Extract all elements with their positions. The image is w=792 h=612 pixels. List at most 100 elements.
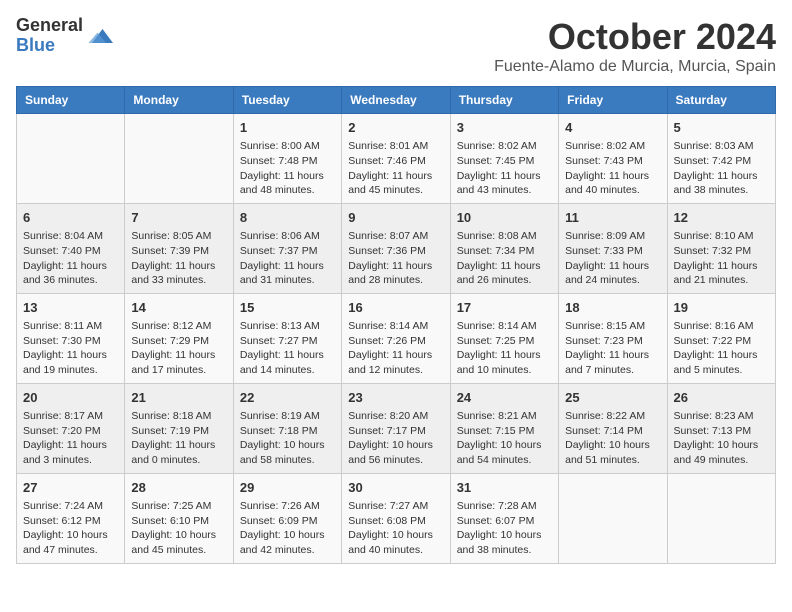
day-info: Sunrise: 8:18 AM Sunset: 7:19 PM Dayligh…: [131, 409, 226, 468]
calendar-cell: 29 Sunrise: 7:26 AM Sunset: 6:09 PM Dayli…: [233, 473, 341, 563]
calendar-cell: 16 Sunrise: 8:14 AM Sunset: 7:26 PM Dayli…: [342, 293, 450, 383]
calendar-cell: 9 Sunrise: 8:07 AM Sunset: 7:36 PM Daylig…: [342, 203, 450, 293]
day-number: 8: [240, 209, 335, 227]
weekday-header-monday: Monday: [125, 87, 233, 114]
day-info: Sunrise: 8:13 AM Sunset: 7:27 PM Dayligh…: [240, 319, 335, 378]
day-number: 10: [457, 209, 552, 227]
calendar-cell: 23 Sunrise: 8:20 AM Sunset: 7:17 PM Dayli…: [342, 383, 450, 473]
day-number: 6: [23, 209, 118, 227]
day-info: Sunrise: 8:05 AM Sunset: 7:39 PM Dayligh…: [131, 229, 226, 288]
calendar-cell: 21 Sunrise: 8:18 AM Sunset: 7:19 PM Dayli…: [125, 383, 233, 473]
day-info: Sunrise: 8:02 AM Sunset: 7:43 PM Dayligh…: [565, 139, 660, 198]
day-info: Sunrise: 8:20 AM Sunset: 7:17 PM Dayligh…: [348, 409, 443, 468]
calendar-cell: 20 Sunrise: 8:17 AM Sunset: 7:20 PM Dayli…: [17, 383, 125, 473]
calendar-cell: 14Sunrise: 8:12 AM Sunset: 7:29 PM Dayli…: [125, 293, 233, 383]
day-info: Sunrise: 7:26 AM Sunset: 6:09 PM Dayligh…: [240, 499, 335, 558]
weekday-header-sunday: Sunday: [17, 87, 125, 114]
day-number: 31: [457, 479, 552, 497]
day-info: Sunrise: 8:03 AM Sunset: 7:42 PM Dayligh…: [674, 139, 769, 198]
calendar-cell: 19 Sunrise: 8:16 AM Sunset: 7:22 PM Dayli…: [667, 293, 775, 383]
calendar-cell: [17, 114, 125, 204]
calendar-cell: 1 Sunrise: 8:00 AM Sunset: 7:48 PM Daylig…: [233, 114, 341, 204]
calendar-cell: 27 Sunrise: 7:24 AM Sunset: 6:12 PM Dayli…: [17, 473, 125, 563]
weekday-header-saturday: Saturday: [667, 87, 775, 114]
day-number: 9: [348, 209, 443, 227]
day-info: Sunrise: 8:21 AM Sunset: 7:15 PM Dayligh…: [457, 409, 552, 468]
day-info: Sunrise: 8:15 AM Sunset: 7:23 PM Dayligh…: [565, 319, 660, 378]
page-header: General Blue October 2024 Fuente-Alamo d…: [16, 16, 776, 76]
day-number: 18: [565, 299, 660, 317]
calendar-cell: 6 Sunrise: 8:04 AM Sunset: 7:40 PM Daylig…: [17, 203, 125, 293]
day-info: Sunrise: 7:28 AM Sunset: 6:07 PM Dayligh…: [457, 499, 552, 558]
day-info: Sunrise: 8:14 AM Sunset: 7:26 PM Dayligh…: [348, 319, 443, 378]
day-info: Sunrise: 8:10 AM Sunset: 7:32 PM Dayligh…: [674, 229, 769, 288]
calendar-cell: 25 Sunrise: 8:22 AM Sunset: 7:14 PM Dayli…: [559, 383, 667, 473]
day-info: Sunrise: 8:02 AM Sunset: 7:45 PM Dayligh…: [457, 139, 552, 198]
calendar-cell: 17 Sunrise: 8:14 AM Sunset: 7:25 PM Dayli…: [450, 293, 558, 383]
calendar-cell: 11Sunrise: 8:09 AM Sunset: 7:33 PM Dayli…: [559, 203, 667, 293]
calendar-cell: [559, 473, 667, 563]
calendar-cell: 10 Sunrise: 8:08 AM Sunset: 7:34 PM Dayli…: [450, 203, 558, 293]
day-info: Sunrise: 8:22 AM Sunset: 7:14 PM Dayligh…: [565, 409, 660, 468]
day-info: Sunrise: 7:24 AM Sunset: 6:12 PM Dayligh…: [23, 499, 118, 558]
calendar-cell: 15Sunrise: 8:13 AM Sunset: 7:27 PM Dayli…: [233, 293, 341, 383]
calendar-cell: 7 Sunrise: 8:05 AM Sunset: 7:39 PM Daylig…: [125, 203, 233, 293]
day-number: 16: [348, 299, 443, 317]
day-info: Sunrise: 8:14 AM Sunset: 7:25 PM Dayligh…: [457, 319, 552, 378]
calendar-cell: 2 Sunrise: 8:01 AM Sunset: 7:46 PM Daylig…: [342, 114, 450, 204]
day-info: Sunrise: 8:00 AM Sunset: 7:48 PM Dayligh…: [240, 139, 335, 198]
day-number: 20: [23, 389, 118, 407]
calendar-cell: 8 Sunrise: 8:06 AM Sunset: 7:37 PM Daylig…: [233, 203, 341, 293]
logo-general: General: [16, 16, 83, 36]
day-number: 2: [348, 119, 443, 137]
day-number: 29: [240, 479, 335, 497]
weekday-header-thursday: Thursday: [450, 87, 558, 114]
calendar-cell: 24Sunrise: 8:21 AM Sunset: 7:15 PM Dayli…: [450, 383, 558, 473]
calendar-cell: 28 Sunrise: 7:25 AM Sunset: 6:10 PM Dayli…: [125, 473, 233, 563]
day-info: Sunrise: 8:17 AM Sunset: 7:20 PM Dayligh…: [23, 409, 118, 468]
month-title: October 2024: [494, 16, 776, 58]
day-number: 13: [23, 299, 118, 317]
calendar-table: SundayMondayTuesdayWednesdayThursdayFrid…: [16, 86, 776, 564]
day-number: 30: [348, 479, 443, 497]
day-number: 21: [131, 389, 226, 407]
day-number: 14: [131, 299, 226, 317]
calendar-cell: 12 Sunrise: 8:10 AM Sunset: 7:32 PM Dayli…: [667, 203, 775, 293]
day-number: 19: [674, 299, 769, 317]
day-number: 26: [674, 389, 769, 407]
calendar-cell: 3 Sunrise: 8:02 AM Sunset: 7:45 PM Daylig…: [450, 114, 558, 204]
title-block: October 2024 Fuente-Alamo de Murcia, Mur…: [494, 16, 776, 76]
day-number: 1: [240, 119, 335, 137]
day-info: Sunrise: 8:07 AM Sunset: 7:36 PM Dayligh…: [348, 229, 443, 288]
day-info: Sunrise: 8:04 AM Sunset: 7:40 PM Dayligh…: [23, 229, 118, 288]
day-number: 5: [674, 119, 769, 137]
calendar-cell: 13 Sunrise: 8:11 AM Sunset: 7:30 PM Dayli…: [17, 293, 125, 383]
day-info: Sunrise: 8:11 AM Sunset: 7:30 PM Dayligh…: [23, 319, 118, 378]
day-number: 7: [131, 209, 226, 227]
day-info: Sunrise: 8:06 AM Sunset: 7:37 PM Dayligh…: [240, 229, 335, 288]
day-number: 12: [674, 209, 769, 227]
day-number: 27: [23, 479, 118, 497]
calendar-cell: 30Sunrise: 7:27 AM Sunset: 6:08 PM Dayli…: [342, 473, 450, 563]
calendar-cell: 18 Sunrise: 8:15 AM Sunset: 7:23 PM Dayli…: [559, 293, 667, 383]
day-info: Sunrise: 8:19 AM Sunset: 7:18 PM Dayligh…: [240, 409, 335, 468]
day-number: 28: [131, 479, 226, 497]
logo-blue: Blue: [16, 36, 83, 56]
location-title: Fuente-Alamo de Murcia, Murcia, Spain: [494, 58, 776, 76]
day-number: 25: [565, 389, 660, 407]
day-info: Sunrise: 8:23 AM Sunset: 7:13 PM Dayligh…: [674, 409, 769, 468]
day-info: Sunrise: 8:08 AM Sunset: 7:34 PM Dayligh…: [457, 229, 552, 288]
day-number: 17: [457, 299, 552, 317]
calendar-cell: 22Sunrise: 8:19 AM Sunset: 7:18 PM Dayli…: [233, 383, 341, 473]
day-info: Sunrise: 8:01 AM Sunset: 7:46 PM Dayligh…: [348, 139, 443, 198]
day-number: 23: [348, 389, 443, 407]
calendar-cell: [125, 114, 233, 204]
day-info: Sunrise: 8:16 AM Sunset: 7:22 PM Dayligh…: [674, 319, 769, 378]
weekday-header-friday: Friday: [559, 87, 667, 114]
day-number: 4: [565, 119, 660, 137]
day-number: 3: [457, 119, 552, 137]
weekday-header-wednesday: Wednesday: [342, 87, 450, 114]
calendar-cell: [667, 473, 775, 563]
day-info: Sunrise: 7:25 AM Sunset: 6:10 PM Dayligh…: [131, 499, 226, 558]
calendar-cell: 31 Sunrise: 7:28 AM Sunset: 6:07 PM Dayli…: [450, 473, 558, 563]
